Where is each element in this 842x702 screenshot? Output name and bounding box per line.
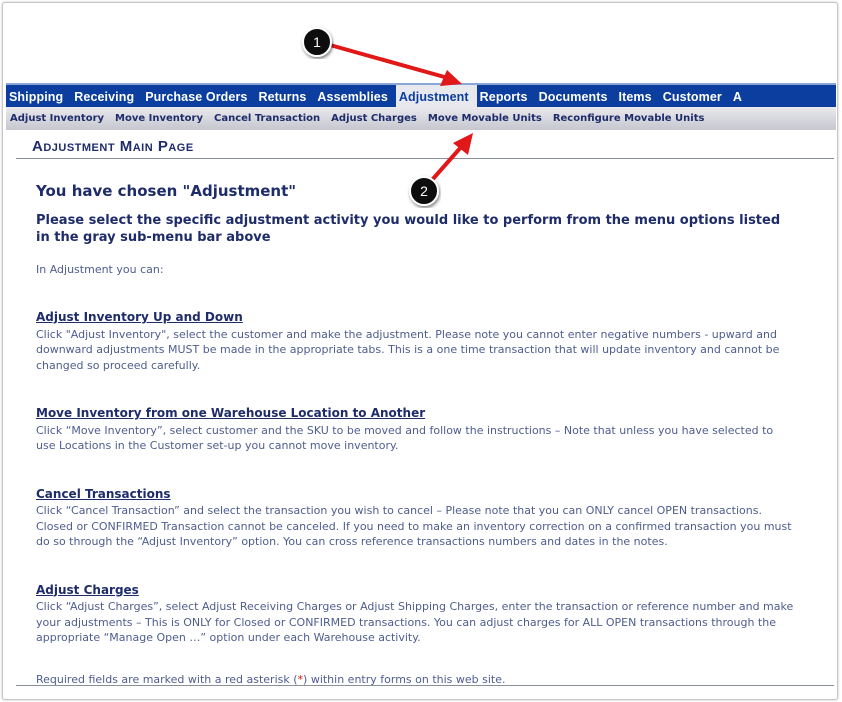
arrow-2 bbox=[430, 133, 473, 182]
callout-1-label: 1 bbox=[313, 34, 321, 50]
callout-1: 1 bbox=[302, 27, 332, 57]
callout-2: 2 bbox=[409, 176, 439, 206]
arrow-1 bbox=[329, 43, 462, 86]
callout-2-label: 2 bbox=[420, 183, 428, 199]
annotation-overlay: 1 2 bbox=[302, 27, 473, 206]
